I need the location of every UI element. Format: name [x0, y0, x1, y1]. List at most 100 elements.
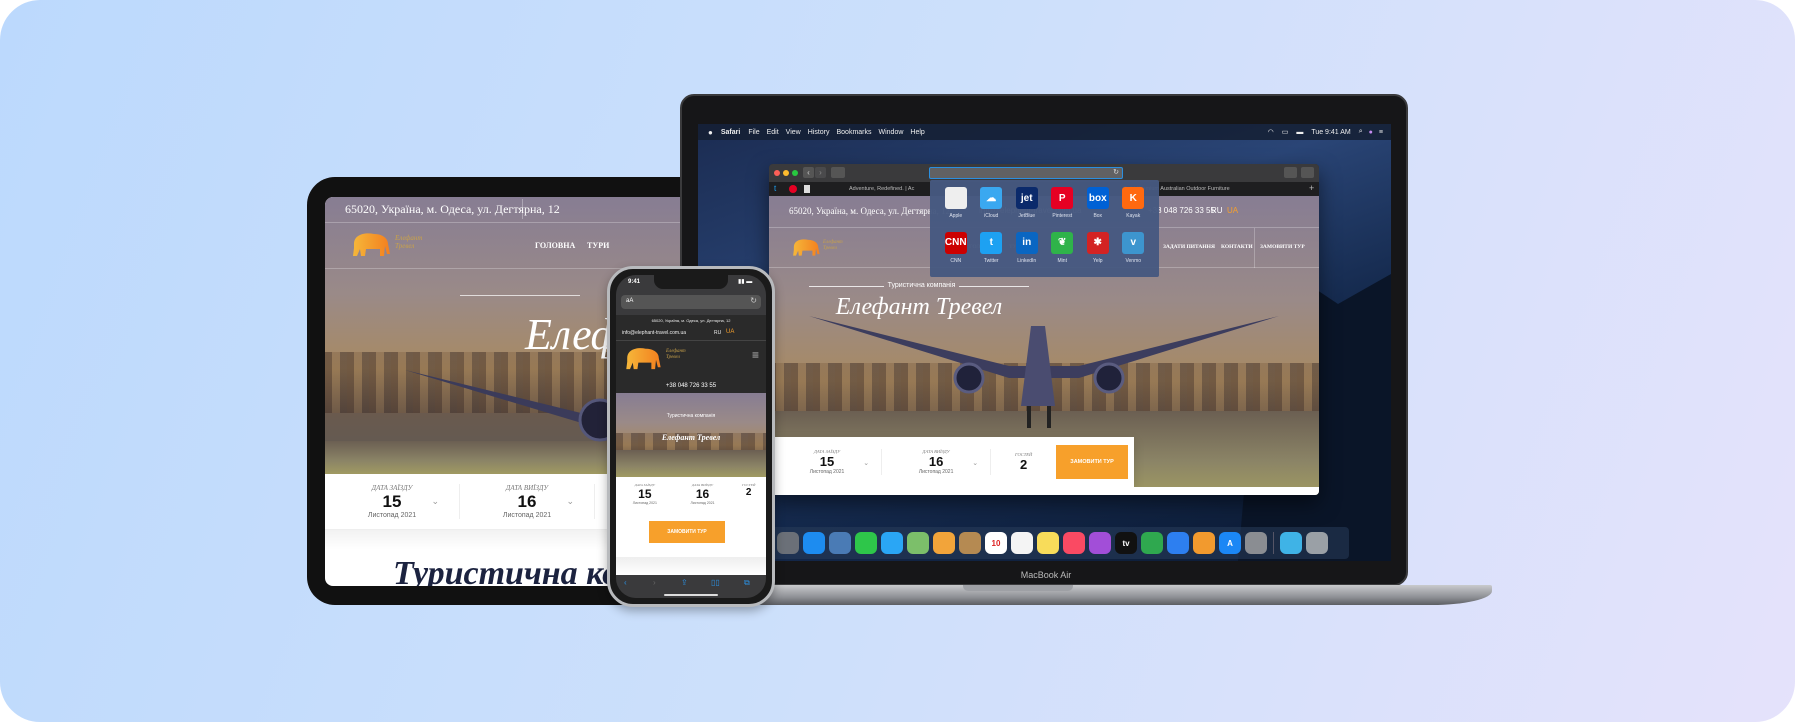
airplay-icon[interactable]: ▭ — [1282, 128, 1289, 136]
order-tour-button[interactable]: ЗАМОВИТИ ТУР — [649, 521, 725, 543]
lang-ua[interactable]: UA — [726, 329, 734, 335]
nav-home[interactable]: ГОЛОВНА — [535, 241, 575, 250]
url-bar[interactable]: aA ↻ — [621, 295, 761, 309]
hero-title: Елефант Тревел — [835, 294, 1003, 320]
battery-icon[interactable]: ▬ — [1296, 129, 1303, 136]
wifi-icon[interactable]: ◠ — [1268, 128, 1274, 136]
favorite-kayak[interactable]: K Kayak — [1118, 187, 1148, 226]
lang-ru[interactable]: RU — [1211, 206, 1223, 215]
pages-icon[interactable] — [1193, 532, 1215, 554]
checkout-day[interactable]: 16 — [929, 454, 943, 469]
favorite-cnn[interactable]: CNN CNN — [941, 231, 971, 271]
tabs-button[interactable] — [1301, 167, 1314, 178]
minimize-button[interactable] — [783, 170, 789, 176]
pinterest-pinned-tab[interactable] — [789, 185, 797, 193]
menu-edit[interactable]: Edit — [767, 129, 779, 136]
tab-adventure[interactable]: Adventure, Redefined. | Ac — [849, 186, 914, 192]
forward-button[interactable]: › — [815, 167, 826, 178]
checkout-day[interactable]: 16 — [696, 487, 709, 501]
facetime-icon[interactable] — [855, 532, 877, 554]
favorite-box[interactable]: box Box — [1083, 187, 1113, 226]
address-bar[interactable]: ↻ — [929, 167, 1123, 179]
spotlight-icon[interactable]: ⌕ — [1359, 128, 1363, 136]
numbers-icon[interactable] — [1141, 532, 1163, 554]
reload-icon[interactable]: ↻ — [750, 296, 757, 305]
menu-bookmarks[interactable]: Bookmarks — [836, 129, 871, 136]
menu-view[interactable]: View — [786, 129, 801, 136]
chevron-down-icon[interactable]: ⌄ — [431, 496, 439, 507]
reload-icon[interactable]: ↻ — [1113, 168, 1119, 176]
site-email[interactable]: info@elephant-travel.com.ua — [622, 330, 686, 336]
reminders-icon[interactable] — [1011, 532, 1033, 554]
tabs-icon[interactable]: ⧉ — [744, 578, 750, 588]
preview-icon[interactable] — [829, 532, 851, 554]
favorite-venmo[interactable]: v Venmo — [1118, 231, 1148, 271]
bookmarks-icon[interactable]: ▯▯ — [711, 578, 720, 587]
lang-ru[interactable]: RU — [714, 330, 721, 336]
sidebar-icon[interactable] — [831, 167, 845, 178]
nav-order-tour[interactable]: ЗАМОВИТИ ТУР — [1260, 244, 1305, 250]
icloud-icon: ☁ — [980, 187, 1003, 209]
back-button[interactable]: ‹ — [803, 167, 814, 178]
guests-stepper[interactable]: 2 — [1020, 457, 1027, 472]
music-icon[interactable] — [1063, 532, 1085, 554]
hamburger-menu-icon[interactable]: ≡ — [752, 349, 759, 361]
pinned-tab[interactable] — [804, 185, 810, 193]
calendar-icon[interactable]: 10 — [985, 532, 1007, 554]
site-phone[interactable]: +38 048 726 33 55 — [616, 383, 766, 389]
favorite-yelp[interactable]: ✱ Yelp — [1083, 231, 1113, 271]
system-preferences-icon[interactable] — [1245, 532, 1267, 554]
notification-center-icon[interactable]: ≡ — [1379, 129, 1383, 136]
guests-stepper[interactable]: 2 — [746, 487, 752, 498]
share-button[interactable] — [1284, 167, 1297, 178]
maps-icon[interactable] — [907, 532, 929, 554]
nav-contacts[interactable]: КОНТАКТИ — [1221, 244, 1253, 250]
hero-subtitle: Туристична компанія — [887, 282, 956, 289]
trash-icon[interactable] — [1306, 532, 1328, 554]
twitter-pinned-tab[interactable]: t — [774, 184, 776, 193]
favorite-apple[interactable]: Apple — [941, 187, 971, 226]
checkout-day[interactable]: 16 — [518, 492, 537, 512]
favorite-icloud[interactable]: ☁ iCloud — [976, 187, 1006, 226]
contacts-icon[interactable] — [959, 532, 981, 554]
chevron-down-icon[interactable]: ⌄ — [566, 496, 574, 507]
chevron-down-icon[interactable]: ⌄ — [863, 459, 869, 467]
tv-icon[interactable]: tv — [1115, 532, 1137, 554]
keynote-icon[interactable] — [1167, 532, 1189, 554]
app-store-icon[interactable]: A — [1219, 532, 1241, 554]
folder-icon[interactable] — [1280, 532, 1302, 554]
notes-icon[interactable] — [1037, 532, 1059, 554]
nav-tours[interactable]: ТУРИ — [587, 241, 609, 250]
favorite-jetblue[interactable]: jet JetBlue — [1012, 187, 1042, 226]
forward-icon[interactable]: › — [653, 578, 656, 587]
favorite-pinterest[interactable]: P Pinterest — [1047, 187, 1077, 226]
favorite-mint[interactable]: ❦ Mint — [1047, 231, 1077, 271]
menu-window[interactable]: Window — [879, 129, 904, 136]
nav-ask-question[interactable]: ЗАДАТИ ПИТАННЯ — [1163, 244, 1215, 250]
menu-file[interactable]: File — [748, 129, 759, 136]
favorite-linkedin[interactable]: in LinkedIn — [1012, 231, 1042, 271]
back-icon[interactable]: ‹ — [624, 578, 627, 587]
order-tour-button[interactable]: ЗАМОВИТИ ТУР — [1056, 445, 1128, 479]
clock[interactable]: Tue 9:41 AM — [1311, 129, 1350, 136]
menu-history[interactable]: History — [808, 129, 830, 136]
new-tab-button[interactable]: + — [1309, 183, 1314, 193]
podcasts-icon[interactable] — [1089, 532, 1111, 554]
checkin-day[interactable]: 15 — [638, 487, 651, 501]
checkin-day[interactable]: 15 — [820, 454, 834, 469]
messages-icon[interactable] — [881, 532, 903, 554]
checkin-day[interactable]: 15 — [383, 492, 402, 512]
chevron-down-icon[interactable]: ⌄ — [972, 459, 978, 467]
favorite-twitter[interactable]: t Twitter — [976, 231, 1006, 271]
safari-icon[interactable] — [803, 532, 825, 554]
photos-icon[interactable] — [933, 532, 955, 554]
share-icon[interactable]: ⇪ — [681, 578, 688, 587]
close-button[interactable] — [774, 170, 780, 176]
menu-help[interactable]: Help — [910, 129, 924, 136]
apple-menu-icon[interactable]: ● — [708, 128, 713, 137]
siri-icon[interactable]: ● — [1369, 129, 1373, 136]
menu-app[interactable]: Safari — [721, 129, 740, 136]
launchpad-icon[interactable] — [777, 532, 799, 554]
zoom-button[interactable] — [792, 170, 798, 176]
lang-ua[interactable]: UA — [1227, 206, 1238, 215]
